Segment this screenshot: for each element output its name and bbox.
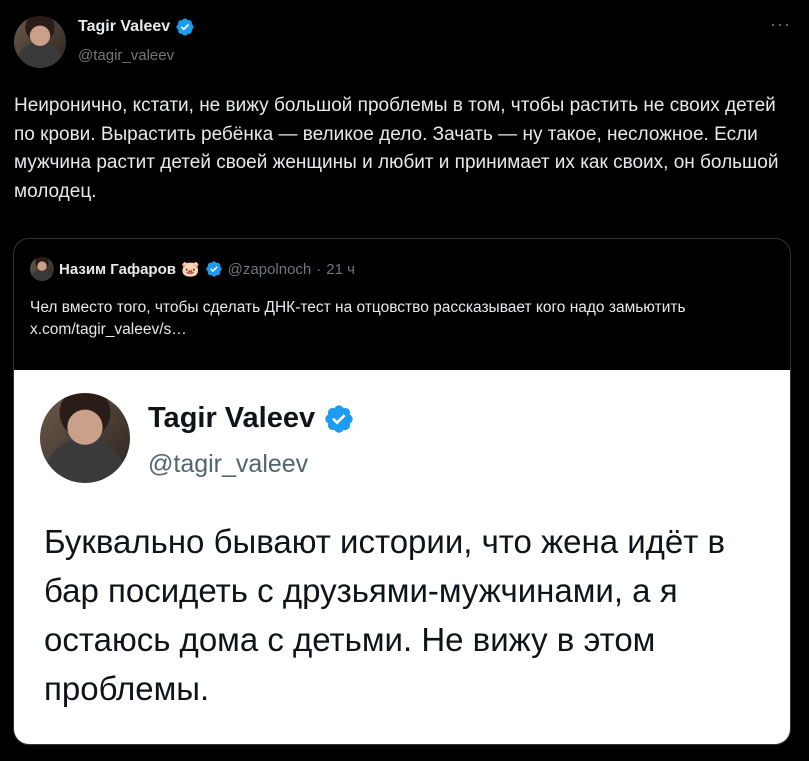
- quoted-tweet-header: Назим Гафаров 🐷 @zapolnoch · 21 ч: [30, 257, 355, 281]
- image-author-name: Tagir Valeev: [148, 402, 355, 435]
- more-horizontal-icon[interactable]: ···: [770, 14, 791, 35]
- separator-dot: ·: [316, 260, 322, 278]
- author-name[interactable]: Tagir Valeev: [78, 17, 195, 37]
- quoted-tweet-image[interactable]: Tagir Valeev @tagir_valeev Буквально быв…: [14, 370, 790, 744]
- author-handle[interactable]: @tagir_valeev: [78, 47, 174, 64]
- verified-badge-icon: [205, 261, 222, 277]
- pig-emoji: 🐷: [180, 261, 200, 278]
- image-author-avatar: [40, 393, 130, 483]
- quoted-tweet-body: Чел вместо того, чтобы сделать ДНК-тест …: [30, 299, 686, 316]
- author-avatar[interactable]: [14, 16, 66, 68]
- quoted-tweet[interactable]: Назим Гафаров 🐷 @zapolnoch · 21 ч Чел вм…: [13, 238, 791, 745]
- quoted-tweet-time[interactable]: 21 ч: [326, 261, 355, 278]
- quoted-tweet-link[interactable]: x.com/tagir_valeev/s…: [30, 321, 187, 338]
- verified-badge-icon: [325, 405, 353, 434]
- image-author-handle: @tagir_valeev: [148, 450, 309, 478]
- verified-badge-icon: [176, 18, 194, 36]
- quoted-author-avatar[interactable]: [30, 257, 54, 281]
- quoted-author-handle[interactable]: @zapolnoch: [228, 261, 312, 278]
- tweet-text: Неиронично, кстати, не вижу большой проб…: [14, 95, 779, 202]
- image-author-name-text: Tagir Valeev: [148, 402, 316, 434]
- author-name-text[interactable]: Tagir Valeev: [78, 18, 170, 35]
- quoted-tweet-text: Чел вместо того, чтобы сделать ДНК-тест …: [30, 297, 770, 341]
- quoted-author-name[interactable]: Назим Гафаров: [59, 261, 176, 278]
- image-tweet-text: Буквально бывают истории, что жена идёт …: [44, 523, 726, 707]
